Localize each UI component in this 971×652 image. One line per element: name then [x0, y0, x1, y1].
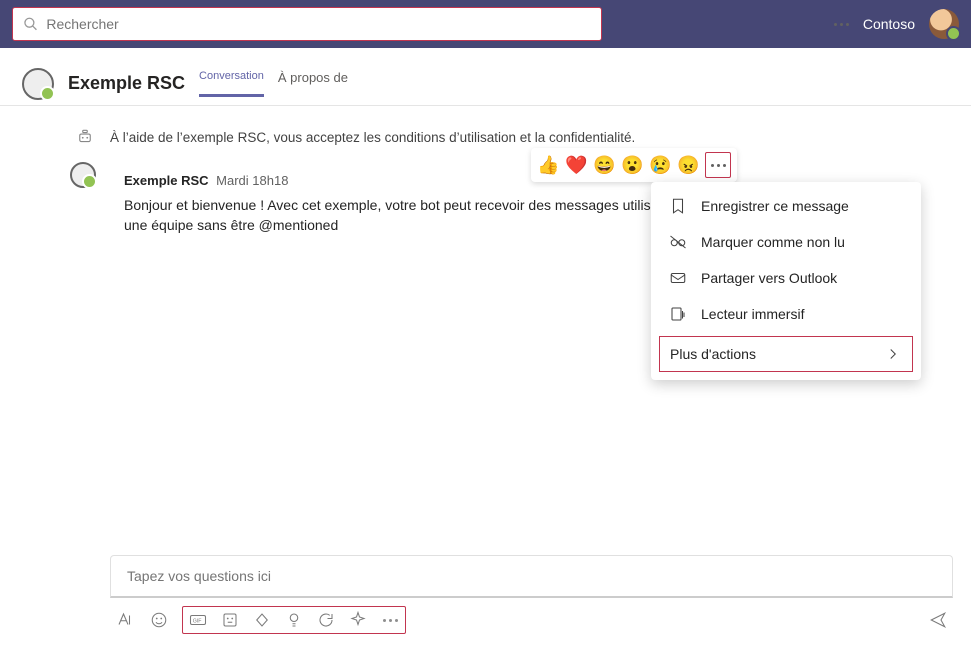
app-icon [253, 611, 271, 629]
format-icon [116, 611, 134, 629]
reaction-bar: 👍 ❤️ 😄 😮 😢 😠 [531, 148, 737, 182]
reaction-angry[interactable]: 😠 [677, 154, 699, 176]
more-icon [383, 619, 398, 622]
chat-header: Exemple RSC Conversation À propos de [0, 48, 971, 106]
reaction-heart[interactable]: ❤️ [565, 154, 587, 176]
reaction-like[interactable]: 👍 [537, 154, 559, 176]
extension-button-2[interactable] [283, 609, 305, 631]
compose-toolbar: GIF [110, 598, 953, 642]
compose-input[interactable] [110, 555, 953, 598]
sparkle-icon [349, 611, 367, 629]
menu-more-actions[interactable]: Plus d'actions [659, 336, 913, 372]
emoji-icon [150, 611, 168, 629]
top-bar: Contoso [0, 0, 971, 48]
menu-mark-unread[interactable]: Marquer comme non lu [651, 224, 921, 260]
terms-text: À l’aide de l’exemple RSC, vous acceptez… [110, 130, 635, 145]
gif-button[interactable]: GIF [187, 609, 209, 631]
terms-notice: À l’aide de l’exemple RSC, vous acceptez… [0, 124, 971, 162]
menu-save-message[interactable]: Enregistrer ce message [651, 188, 921, 224]
message-context-menu: Enregistrer ce message Marquer comme non… [651, 182, 921, 380]
search-input[interactable] [46, 16, 591, 32]
menu-save-label: Enregistrer ce message [701, 198, 849, 214]
message-sender: Exemple RSC [124, 173, 209, 188]
org-name: Contoso [863, 16, 915, 32]
search-field[interactable] [12, 7, 602, 41]
bot-icon [76, 128, 94, 146]
menu-outlook-label: Partager vers Outlook [701, 270, 837, 286]
message-avatar [70, 162, 96, 188]
format-button[interactable] [114, 609, 136, 631]
chevron-right-icon [884, 345, 902, 363]
menu-more-label: Plus d'actions [670, 346, 756, 362]
bookmark-icon [669, 197, 687, 215]
refresh-icon [317, 611, 335, 629]
menu-immersive-reader[interactable]: Lecteur immersif [651, 296, 921, 332]
reader-icon [669, 305, 687, 323]
search-icon [23, 16, 38, 32]
send-icon [929, 611, 947, 629]
bot-avatar [22, 68, 54, 100]
reaction-sad[interactable]: 😢 [649, 154, 671, 176]
menu-share-outlook[interactable]: Partager vers Outlook [651, 260, 921, 296]
gif-icon: GIF [189, 611, 207, 629]
send-button[interactable] [927, 609, 949, 631]
extension-button-4[interactable] [347, 609, 369, 631]
more-icon[interactable] [834, 23, 849, 26]
extensions-group: GIF [182, 606, 406, 634]
svg-text:GIF: GIF [193, 618, 202, 624]
sticker-icon [221, 611, 239, 629]
more-extensions-button[interactable] [379, 609, 401, 631]
tab-conversation[interactable]: Conversation [199, 70, 264, 97]
glasses-icon [669, 233, 687, 251]
more-icon [711, 164, 726, 167]
menu-unread-label: Marquer comme non lu [701, 234, 845, 250]
message-body: Bonjour et bienvenue ! Avec cet exemple,… [124, 195, 736, 236]
chat-title: Exemple RSC [68, 73, 185, 94]
extension-button-3[interactable] [315, 609, 337, 631]
extension-button-1[interactable] [251, 609, 273, 631]
emoji-button[interactable] [148, 609, 170, 631]
bulb-icon [285, 611, 303, 629]
reaction-laugh[interactable]: 😄 [593, 154, 615, 176]
mail-icon [669, 269, 687, 287]
tab-about[interactable]: À propos de [278, 70, 348, 97]
user-avatar[interactable] [929, 9, 959, 39]
message-timestamp: Mardi 18h18 [216, 173, 288, 188]
sticker-button[interactable] [219, 609, 241, 631]
composer: GIF [110, 555, 953, 642]
reaction-more-button[interactable] [705, 152, 731, 178]
reaction-surprised[interactable]: 😮 [621, 154, 643, 176]
menu-reader-label: Lecteur immersif [701, 306, 804, 322]
